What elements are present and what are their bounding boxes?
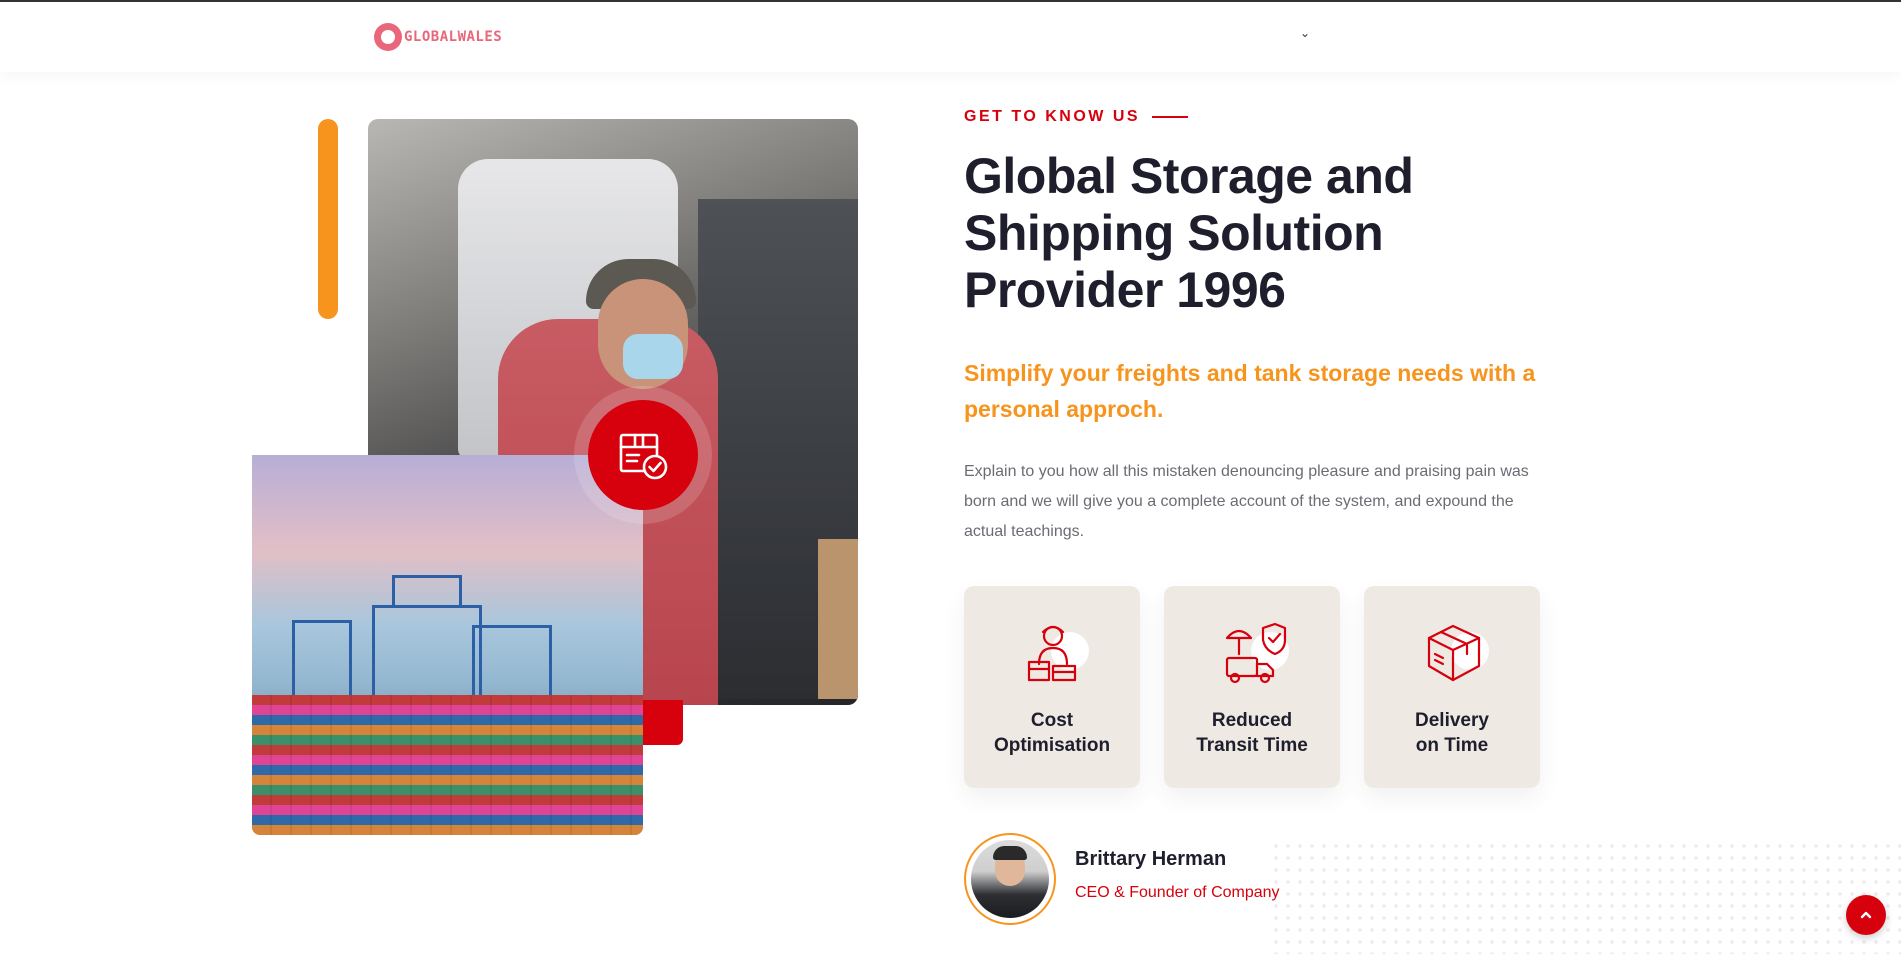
ceo-name: Brittary Herman [1075, 848, 1227, 870]
chevron-up-icon [1860, 911, 1872, 919]
package-checklist-badge [588, 400, 698, 510]
avatar-photo [971, 840, 1049, 918]
eyebrow-line [1152, 116, 1189, 118]
site-header: GLOBALWALES ⌄ [0, 2, 1901, 72]
site-logo[interactable]: GLOBALWALES [374, 22, 502, 52]
ceo-avatar [964, 833, 1056, 925]
feature-label: Delivery on Time [1415, 710, 1489, 756]
feature-card-reduced-transit-time: Reduced Transit Time [1164, 586, 1340, 788]
decorative-orange-bar [318, 119, 338, 319]
port-containers-photo [252, 455, 643, 835]
section-title: Global Storage and Shipping Solution Pro… [964, 148, 1414, 318]
ceo-role: CEO & Founder of Company [1075, 884, 1280, 901]
globe-logo-icon [374, 23, 402, 51]
eyebrow-text: GET TO KNOW US [964, 108, 1141, 125]
courier-packages-icon [1027, 625, 1077, 682]
menu-dropdown-caret[interactable]: ⌄ [1300, 26, 1310, 40]
section-eyebrow: GET TO KNOW US [964, 108, 1189, 126]
scroll-to-top-button[interactable] [1846, 895, 1886, 935]
package-box-icon [1427, 624, 1481, 682]
feature-card-cost-optimisation: Cost Optimisation [964, 586, 1140, 788]
feature-label: Cost Optimisation [993, 710, 1111, 756]
logo-text: GLOBALWALES [404, 29, 503, 45]
section-subtitle: Simplify your freights and tank storage … [964, 360, 1536, 422]
feature-label: Reduced Transit Time [1196, 710, 1308, 756]
feature-card-delivery-on-time: Delivery on Time [1364, 586, 1540, 788]
delivery-truck-umbrella-icon [1225, 622, 1287, 684]
package-checklist-icon [619, 433, 668, 480]
feature-cards: Cost Optimisation Reduced Transit Time D… [964, 586, 1540, 788]
decorative-dot-pattern [1270, 840, 1901, 954]
section-description: Explain to you how all this mistaken den… [964, 463, 1529, 540]
